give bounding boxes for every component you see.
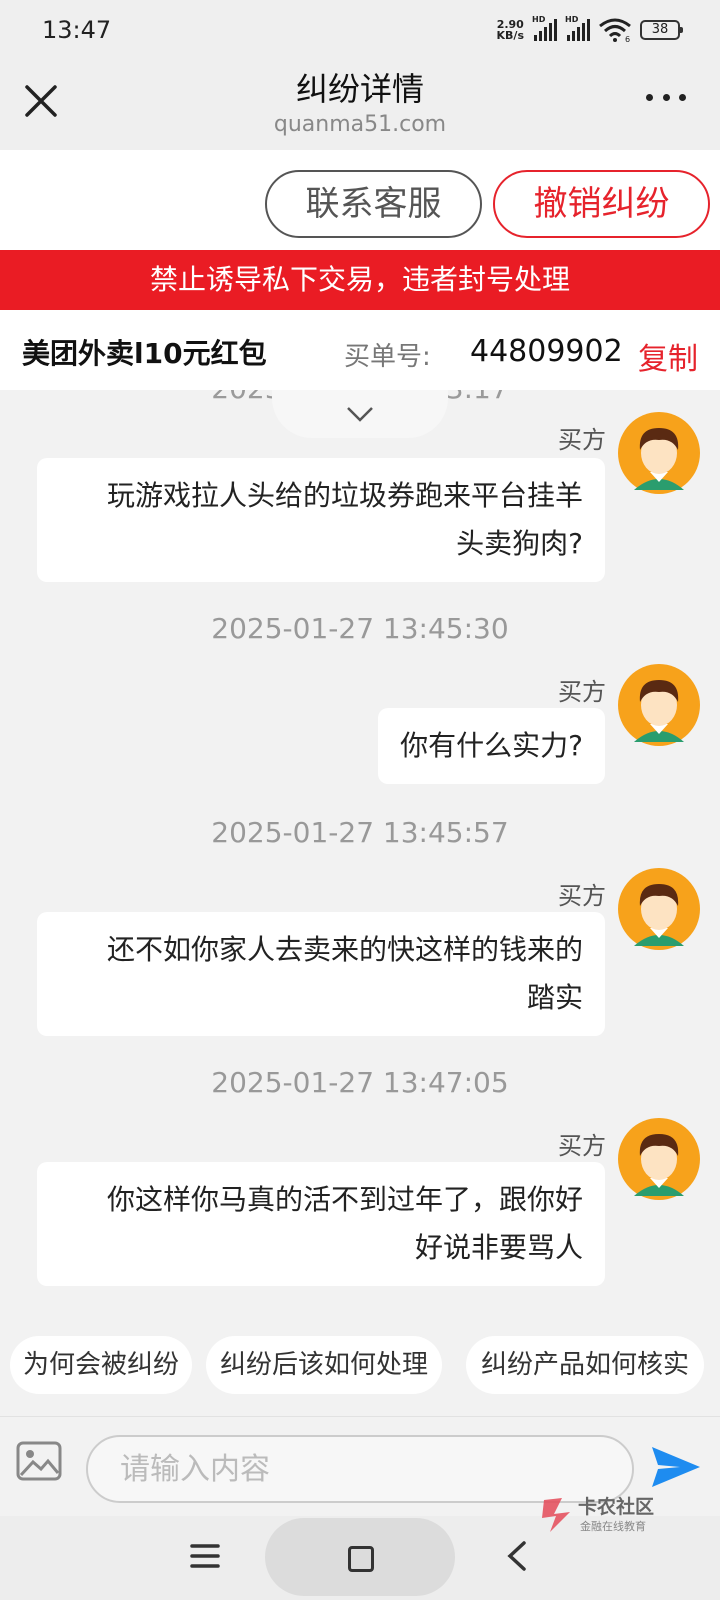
revoke-dispute-button[interactable]: 撤销纠纷: [493, 170, 710, 238]
order-number: 44809902: [470, 334, 623, 369]
wifi-icon: 6: [599, 18, 631, 42]
quick-reply-chip[interactable]: 为何会被纠纷: [10, 1336, 192, 1394]
avatar-icon[interactable]: [618, 1118, 700, 1200]
home-icon[interactable]: [348, 1546, 374, 1572]
copy-button[interactable]: 复制: [638, 334, 698, 378]
status-time: 13:47: [42, 16, 112, 44]
timestamp: 2025-01-27 13:47:05: [211, 1066, 509, 1099]
page-domain: quanma51.com: [273, 112, 447, 137]
collapse-handle[interactable]: [272, 390, 448, 438]
contact-support-button[interactable]: 联系客服: [265, 170, 482, 238]
timestamp: 2025-01-27 13:45:30: [211, 612, 509, 645]
page-title: 纠纷详情: [295, 70, 424, 108]
watermark-icon: [542, 1498, 570, 1532]
chevron-down-icon: [347, 407, 373, 422]
title-bar: 纠纷详情 quanma51.com: [0, 62, 720, 150]
svg-text:6: 6: [625, 35, 630, 42]
message-bubble[interactable]: 你有什么实力?: [378, 708, 605, 784]
avatar-icon[interactable]: [618, 664, 700, 746]
avatar-icon[interactable]: [618, 868, 700, 950]
battery-icon: 38: [640, 20, 683, 40]
message-bubble[interactable]: 玩游戏拉人头给的垃圾券跑来平台挂羊 头卖狗肉?: [37, 458, 605, 582]
quick-replies: 为何会被纠纷 纠纷后该如何处理 纠纷产品如何核实: [0, 1320, 720, 1416]
message-bubble[interactable]: 还不如你家人去卖来的快这样的钱来的 踏实: [37, 912, 605, 1036]
sender-label: 买方: [558, 678, 606, 706]
watermark-logo: 卡农社区 金融在线教育: [540, 1490, 672, 1540]
sender-label: 买方: [558, 426, 606, 454]
signal-icon: HD: [565, 15, 590, 41]
image-icon[interactable]: [16, 1441, 62, 1481]
avatar-icon[interactable]: [618, 412, 700, 494]
order-info: 美团外卖l10元红包 买单号: 44809902 复制: [0, 310, 720, 390]
more-options-icon[interactable]: [646, 94, 686, 106]
chat-area[interactable]: 2025-01-27 13:43:17 买方 玩游戏拉人头给的垃圾券跑来平台挂羊…: [0, 390, 720, 1320]
send-icon[interactable]: [650, 1443, 702, 1491]
action-bar: 联系客服 撤销纠纷: [0, 150, 720, 250]
watermark-subtext: 金融在线教育: [580, 1520, 646, 1533]
menu-icon[interactable]: [190, 1542, 220, 1570]
status-bar: 13:47 2.90 KB/s HD HD 6 38: [0, 0, 720, 62]
quick-reply-chip[interactable]: 纠纷产品如何核实: [466, 1336, 704, 1394]
message-bubble[interactable]: 你这样你马真的活不到过年了，跟你好 好说非要骂人: [37, 1162, 605, 1286]
signal-icon: HD: [532, 15, 557, 41]
product-name: 美团外卖l10元红包: [22, 337, 267, 370]
sender-label: 买方: [558, 1132, 606, 1160]
timestamp: 2025-01-27 13:45:57: [211, 816, 509, 849]
back-icon[interactable]: [504, 1540, 530, 1572]
quick-reply-chip[interactable]: 纠纷后该如何处理: [206, 1336, 442, 1394]
order-number-label: 买单号:: [344, 342, 431, 372]
sender-label: 买方: [558, 882, 606, 910]
watermark-text: 卡农社区: [578, 1496, 655, 1518]
status-icons: 2.90 KB/s HD HD 6 38: [496, 15, 683, 42]
net-speed: 2.90 KB/s: [496, 18, 524, 42]
warning-banner: 禁止诱导私下交易，违者封号处理: [0, 250, 720, 310]
